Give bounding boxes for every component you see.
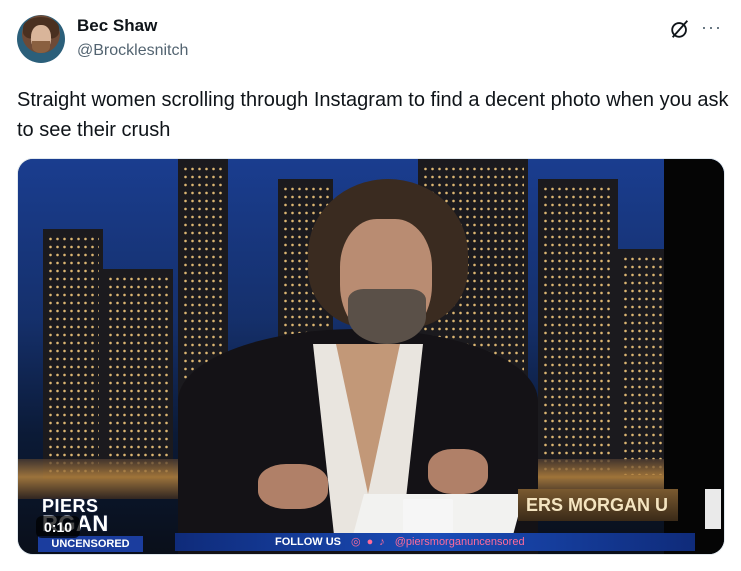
show-banner: ERS MORGAN U [518,489,678,521]
building [103,269,173,479]
avatar-beard [32,41,50,53]
building [538,179,618,479]
author-name[interactable]: Bec Shaw [77,16,157,36]
ticker-handle: @piersmorganuncensored [394,536,525,548]
cup-edge [705,489,721,529]
building [43,229,103,479]
news-ticker: FOLLOW US ◎ ● ♪ @piersmorganuncensored [175,533,695,551]
right-hand [428,449,488,494]
more-icon[interactable]: ··· [701,17,722,37]
author-handle[interactable]: @Brocklesnitch [77,42,188,60]
video-player[interactable]: ERS MORGAN U PIERS RGAN UNCENSORED FOLLO… [17,158,725,555]
ticker-follow: FOLLOW US [275,536,341,548]
tiktok-icon: ♪ [379,536,385,548]
video-duration-badge: 0:10 [36,516,81,538]
avatar[interactable] [17,15,65,63]
social-icons: ◎ ● ♪ [351,533,385,551]
instagram-icon: ◎ [351,536,361,548]
left-hand [258,464,328,509]
logo-line-3: UNCENSORED [38,536,143,552]
building [618,249,668,479]
tweet-text: Straight women scrolling through Instagr… [17,89,729,141]
person-beard [348,289,426,344]
grok-icon[interactable] [669,18,691,40]
facebook-icon: ● [366,536,374,548]
